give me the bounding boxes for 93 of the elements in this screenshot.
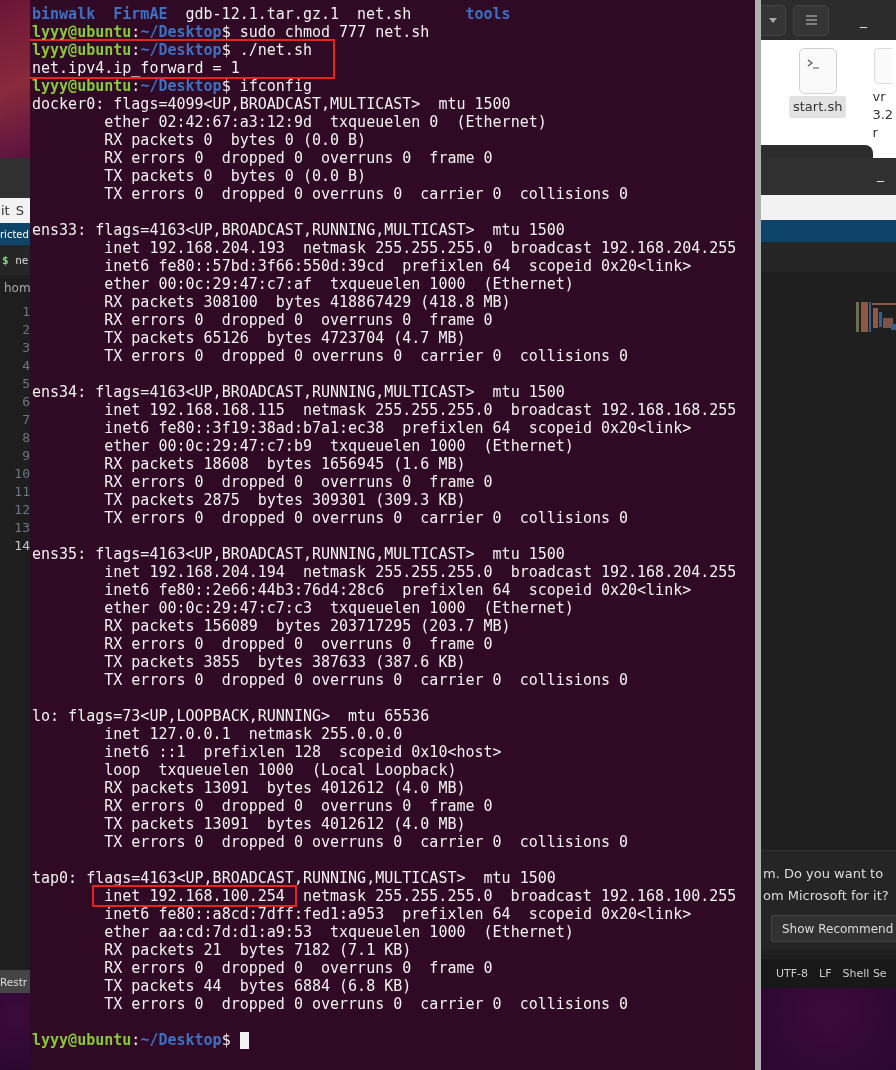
notification-text: m. Do you want to bbox=[763, 865, 885, 883]
terminal-line: RX errors 0 dropped 0 overruns 0 frame 0 bbox=[103, 959, 493, 977]
minimap-drawing bbox=[856, 302, 896, 332]
terminal-line: RX packets 18608 bytes 1656945 (1.6 MB) bbox=[103, 455, 466, 473]
line-number: 4 bbox=[22, 357, 30, 375]
terminal-line: inet 127.0.0.1 netmask 255.0.0.0 bbox=[103, 725, 403, 743]
terminal-line: inet6 fe80::2e66:44b3:76d4:28c6 prefixlen 64 scopeid 0x20<link> bbox=[103, 581, 692, 599]
terminal-line: ens35: flags=4163<UP,BROADCAST,RUNNING,MULTICAST> mtu 1500 bbox=[32, 545, 565, 563]
terminal-line: docker0: flags=4099<UP,BROADCAST,MULTICAST> mtu 1500 bbox=[32, 95, 511, 113]
terminal-line: RX errors 0 dropped 0 overruns 0 frame 0 bbox=[103, 797, 493, 815]
line-number: 8 bbox=[22, 429, 30, 447]
recommendations-button[interactable]: Show Recommend bbox=[771, 915, 896, 942]
prompt-line: lyyy@ubuntu:~/Desktop$ sudo chmod 777 net.sh bbox=[32, 23, 430, 41]
status-item[interactable]: Shell Se bbox=[842, 967, 888, 980]
terminal-line: RX errors 0 dropped 0 overruns 0 frame 0 bbox=[103, 149, 493, 167]
terminal-line: inet6 fe80::a8cd:7dff:fed1:a953 prefixlen 64 scopeid 0x20<link> bbox=[103, 905, 692, 923]
line-number: 9 bbox=[22, 447, 30, 465]
caret-icon bbox=[769, 17, 777, 23]
terminal-line: TX errors 0 dropped 0 overruns 0 carrier 0 collisions 0 bbox=[103, 671, 629, 689]
terminal-line: inet 192.168.204.194 netmask 255.255.255.0 broadcast 192.168.204.255 bbox=[103, 563, 737, 581]
terminal-line: inet6 fe80::57bd:3f66:550d:39cd prefixlen 64 scopeid 0x20<link> bbox=[103, 257, 692, 275]
terminal-line: ens33: flags=4163<UP,BROADCAST,RUNNING,MULTICAST> mtu 1500 bbox=[32, 221, 565, 239]
window-title-bar bbox=[0, 158, 30, 198]
status-item[interactable]: UTF-8 bbox=[776, 967, 810, 980]
terminal-line: RX packets 21 bytes 7182 (7.1 KB) bbox=[103, 941, 412, 959]
terminal-line: RX errors 0 dropped 0 overruns 0 frame 0 bbox=[103, 311, 493, 329]
minimize-button[interactable]: _ bbox=[877, 166, 884, 182]
terminal-line: TX errors 0 dropped 0 overruns 0 carrier 0 collisions 0 bbox=[103, 995, 629, 1013]
line-number: 10 bbox=[14, 465, 30, 483]
terminal-line: TX packets 0 bytes 0 (0.0 B) bbox=[103, 167, 367, 185]
terminal-line: TX packets 13091 bytes 4012612 (4.0 MB) bbox=[103, 815, 466, 833]
dropdown-button[interactable] bbox=[761, 4, 786, 36]
terminal-line: TX errors 0 dropped 0 overruns 0 carrier 0 collisions 0 bbox=[103, 347, 629, 365]
terminal-line: ens34: flags=4163<UP,BROADCAST,RUNNING,MULTICAST> mtu 1500 bbox=[32, 383, 565, 401]
line-number: 12 bbox=[14, 501, 30, 519]
file-name[interactable]: vr 3.2 r bbox=[872, 86, 894, 144]
menu-icon bbox=[805, 15, 817, 25]
terminal-line: TX errors 0 dropped 0 overruns 0 carrier 0 collisions 0 bbox=[103, 509, 629, 527]
terminal-line: lo: flags=73<UP,LOOPBACK,RUNNING> mtu 65536 bbox=[32, 707, 430, 725]
prompt-line: lyyy@ubuntu:~/Desktop$ ./net.sh bbox=[32, 41, 312, 59]
terminal-line: RX errors 0 dropped 0 overruns 0 frame 0 bbox=[103, 473, 493, 491]
line-number: 11 bbox=[14, 483, 30, 501]
terminal-line: inet6 fe80::3f19:38ad:b7a1:ec38 prefixlen 64 scopeid 0x20<link> bbox=[103, 419, 692, 437]
file-name: gdb-12.1.tar.gz.1 bbox=[185, 5, 341, 23]
terminal-text: netmask 255.255.255.0 broadcast 192.168.100.255 bbox=[302, 887, 737, 905]
terminal-line: TX packets 3855 bytes 387633 (387.6 KB) bbox=[103, 653, 466, 671]
terminal-line: ether aa:cd:7d:d1:a9:53 txqueuelen 1000 (Ethernet) bbox=[103, 923, 574, 941]
menu-item[interactable]: S bbox=[14, 203, 25, 218]
terminal-line: RX packets 0 bytes 0 (0.0 B) bbox=[103, 131, 367, 149]
terminal-line: ether 00:0c:29:47:c7:b9 txqueuelen 1000 (Ethernet) bbox=[103, 437, 574, 455]
terminal-line: inet 192.168.204.193 netmask 255.255.255.0 broadcast 192.168.204.255 bbox=[103, 239, 737, 257]
line-number: 7 bbox=[22, 411, 30, 429]
mode-banner: ricted bbox=[0, 223, 30, 245]
line-number: 1 bbox=[22, 303, 30, 321]
status-item[interactable]: LF bbox=[819, 967, 833, 980]
file-name: net.sh bbox=[357, 5, 413, 23]
breadcrumb[interactable]: hom bbox=[0, 275, 30, 303]
terminal-line: TX packets 44 bytes 6884 (6.8 KB) bbox=[103, 977, 412, 995]
terminal-line: ether 00:0c:29:47:c7:c3 txqueuelen 1000 (Ethernet) bbox=[103, 599, 574, 617]
terminal-line: TX packets 65126 bytes 4723704 (4.7 MB) bbox=[103, 329, 466, 347]
terminal-line: loop txqueuelen 1000 (Local Loopback) bbox=[103, 761, 457, 779]
terminal-line: RX packets 156089 bytes 203717295 (203.7 MB) bbox=[103, 617, 511, 635]
terminal-line: TX errors 0 dropped 0 overruns 0 carrier 0 collisions 0 bbox=[103, 185, 629, 203]
menu-item[interactable]: it bbox=[0, 203, 11, 218]
terminal-line: inet 192.168.168.115 netmask 255.255.255.0 broadcast 192.168.168.255 bbox=[103, 401, 737, 419]
line-number: 13 bbox=[14, 519, 30, 537]
terminal-line: TX packets 2875 bytes 309301 (309.3 KB) bbox=[103, 491, 466, 509]
prompt-line: lyyy@ubuntu:~/Desktop$ ifconfig bbox=[32, 77, 312, 95]
notification-text: om Microsoft for it? bbox=[763, 887, 890, 905]
minimize-button[interactable]: _ bbox=[860, 12, 867, 28]
line-number: 14 bbox=[14, 537, 30, 555]
terminal-line: RX packets 13091 bytes 4012612 (4.0 MB) bbox=[103, 779, 466, 797]
prompt-line: lyyy@ubuntu:~/Desktop$ bbox=[32, 1031, 231, 1049]
terminal-line: RX errors 0 dropped 0 overruns 0 frame 0 bbox=[103, 635, 493, 653]
line-number: 5 bbox=[22, 375, 30, 393]
menu-button[interactable] bbox=[793, 4, 829, 36]
file-name[interactable]: start.sh bbox=[789, 96, 847, 118]
terminal-text: inet 192.168.100.254 bbox=[104, 887, 285, 905]
line-number: 2 bbox=[22, 321, 30, 339]
terminal-line: ether 00:0c:29:47:c7:af txqueuelen 1000 (Ethernet) bbox=[103, 275, 574, 293]
terminal-line: RX packets 308100 bytes 418867429 (418.8 MB) bbox=[103, 293, 511, 311]
line-number: 6 bbox=[22, 393, 30, 411]
folder-name: FirmAE bbox=[113, 5, 169, 23]
terminal-line: tap0: flags=4163<UP,BROADCAST,RUNNING,MULTICAST> mtu 1500 bbox=[32, 869, 556, 887]
editor-tab[interactable]: $ ne bbox=[0, 253, 29, 267]
line-number: 3 bbox=[22, 339, 30, 357]
status-item[interactable]: Restr bbox=[0, 975, 29, 988]
folder-name: binwalk bbox=[32, 5, 97, 23]
terminal-line: net.ipv4.ip_forward = 1 bbox=[32, 59, 240, 77]
terminal-line: inet6 ::1 prefixlen 128 scopeid 0x10<host> bbox=[103, 743, 502, 761]
terminal-line: TX errors 0 dropped 0 overruns 0 carrier 0 collisions 0 bbox=[103, 833, 629, 851]
terminal-line: ether 02:42:67:a3:12:9d txqueuelen 0 (Ethernet) bbox=[103, 113, 547, 131]
folder-name: tools bbox=[465, 5, 512, 23]
